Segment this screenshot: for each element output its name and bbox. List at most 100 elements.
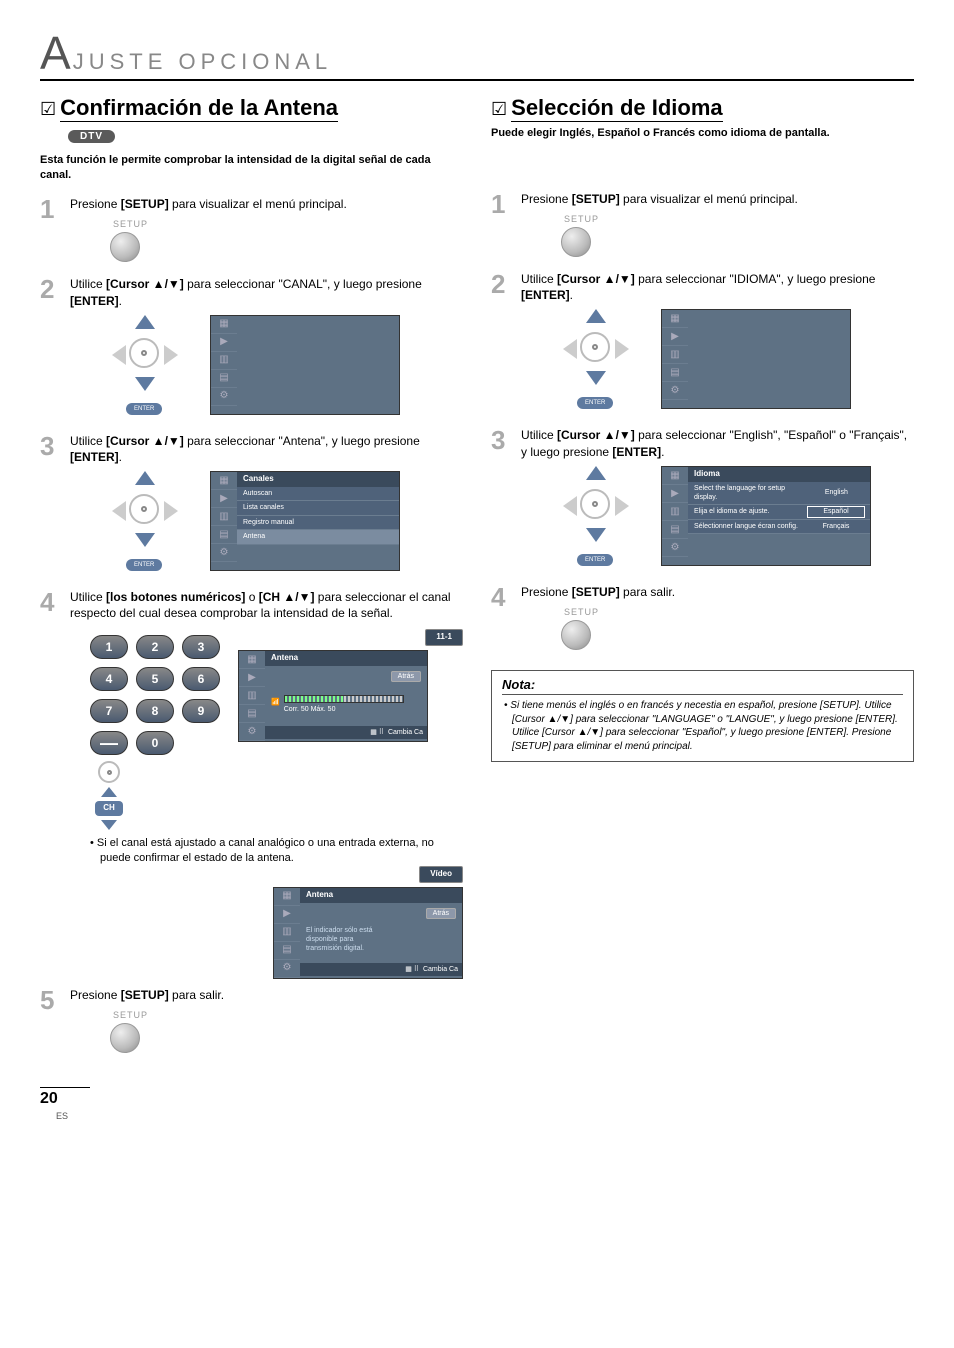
menu-icon: ▥ bbox=[274, 924, 300, 942]
numeric-keypad-graphic: 1 2 3 4 5 6 7 8 9 — 0 bbox=[90, 635, 220, 755]
step-row: 4 Utilice [los botones numéricos] o [CH … bbox=[40, 589, 463, 979]
osd-item: Autoscan bbox=[237, 487, 399, 501]
arrow-up-icon bbox=[101, 787, 117, 797]
dpad-graphic: ENTER bbox=[561, 466, 631, 566]
key-button: 1 bbox=[90, 635, 128, 659]
ch-buttons-label: [CH ▲/▼] bbox=[259, 590, 315, 604]
menu-icon: ▤ bbox=[211, 526, 237, 544]
step-body: Utilice [Cursor ▲/▼] para seleccionar "C… bbox=[70, 276, 463, 424]
osd-footer: ▦ ⠿Cambia Ca bbox=[300, 963, 462, 976]
text: . bbox=[661, 445, 664, 459]
arrow-left-icon bbox=[112, 345, 126, 365]
osd-lang-value: Français bbox=[808, 522, 864, 531]
cursor-key-label: [Cursor ▲/▼] bbox=[557, 272, 635, 286]
cursor-key-label: [Cursor ▲/▼] bbox=[106, 434, 184, 448]
menu-icon: ▥ bbox=[662, 346, 688, 364]
back-button: Atrás bbox=[391, 671, 421, 682]
note-heading: Nota: bbox=[502, 677, 903, 695]
osd-footer: ▦ ⠿Cambia Ca bbox=[265, 726, 427, 739]
text: Presione bbox=[70, 988, 121, 1002]
step-number: 3 bbox=[491, 427, 511, 575]
step-body: Utilice [Cursor ▲/▼] para seleccionar "A… bbox=[70, 433, 463, 581]
osd-message-line: El indicador sólo está bbox=[306, 926, 456, 935]
text: Utilice bbox=[70, 277, 106, 291]
osd-antena-signal: ▦▶▥▤⚙ Antena Atrás 📶 Corr. 50 Máx. 50 bbox=[238, 650, 428, 742]
text: Presione bbox=[70, 197, 121, 211]
step-row: 4 Presione [SETUP] para salir. SETUP bbox=[491, 584, 914, 656]
osd-lang-desc: Elija el idioma de ajuste. bbox=[694, 507, 770, 516]
left-column: ☑ Confirmación de la Antena DTV Esta fun… bbox=[40, 95, 463, 1067]
arrow-down-icon bbox=[135, 377, 155, 391]
step-row: 1 Presione [SETUP] para visualizar el me… bbox=[40, 196, 463, 268]
setup-button-graphic bbox=[110, 232, 140, 262]
setup-button-graphic bbox=[110, 1023, 140, 1053]
setup-key-label: [SETUP] bbox=[121, 988, 169, 1002]
menu-icon: ▤ bbox=[211, 370, 237, 388]
menu-icon: ▦ bbox=[662, 467, 688, 485]
back-button: Atrás bbox=[426, 908, 456, 919]
step-number: 5 bbox=[40, 987, 60, 1059]
menu-icon: ⚙ bbox=[211, 388, 237, 406]
dtv-badge: DTV bbox=[68, 130, 115, 143]
menu-icon: ▥ bbox=[211, 508, 237, 526]
key-button: 8 bbox=[136, 699, 174, 723]
enter-key-label: [ENTER] bbox=[612, 445, 661, 459]
menu-icon: ⚙ bbox=[662, 539, 688, 557]
step-row: 3 Utilice [Cursor ▲/▼] para seleccionar … bbox=[491, 427, 914, 575]
intro-text-right: Puede elegir Inglés, Español o Francés c… bbox=[491, 126, 914, 140]
step-number: 2 bbox=[491, 271, 511, 419]
setup-button-graphic bbox=[561, 227, 591, 257]
osd-lang-value-selected: Español bbox=[808, 507, 864, 516]
bullet-note: • Si el canal está ajustado a canal anal… bbox=[90, 836, 463, 866]
arrow-left-icon bbox=[563, 339, 577, 359]
dpad-graphic: ENTER bbox=[110, 315, 180, 415]
key-button: 3 bbox=[182, 635, 220, 659]
text: Utilice bbox=[521, 428, 557, 442]
step-body: Presione [SETUP] para visualizar el menú… bbox=[521, 191, 914, 263]
setup-label: SETUP bbox=[113, 218, 463, 230]
osd-header: Canales bbox=[237, 472, 399, 487]
page-number: 20 bbox=[40, 1090, 58, 1107]
setup-key-label: [SETUP] bbox=[572, 585, 620, 599]
key-button: 0 bbox=[136, 731, 174, 755]
text: Utilice bbox=[70, 434, 106, 448]
menu-icon: ▦ bbox=[239, 651, 265, 669]
right-column: ☑ Selección de Idioma Puede elegir Inglé… bbox=[491, 95, 914, 1067]
key-button: 2 bbox=[136, 635, 174, 659]
page-lang-code: ES bbox=[56, 1111, 68, 1121]
dpad-ring-icon bbox=[129, 494, 159, 524]
osd-blank-menu: ▦▶▥▤⚙ bbox=[661, 309, 851, 409]
antenna-icon: 📶 bbox=[271, 698, 280, 707]
osd-idioma-menu: ▦▶▥▤⚙ Idioma Select the language for set… bbox=[661, 466, 871, 566]
osd-header: Antena bbox=[300, 888, 462, 903]
note-body: • Si tiene menús el inglés o en francés … bbox=[502, 699, 903, 753]
step-number: 4 bbox=[491, 584, 511, 656]
step-body: Utilice [los botones numéricos] o [CH ▲/… bbox=[70, 589, 463, 979]
menu-icon: ▶ bbox=[662, 328, 688, 346]
key-button: 9 bbox=[182, 699, 220, 723]
dpad-ring-icon bbox=[580, 332, 610, 362]
menu-icon: ▶ bbox=[211, 490, 237, 508]
enter-key-label: [ENTER] bbox=[521, 288, 570, 302]
osd-canales-menu: ▦▶▥▤⚙ Canales Autoscan Lista canales Reg… bbox=[210, 471, 400, 571]
enter-pill: ENTER bbox=[126, 403, 162, 415]
text: Utilice bbox=[70, 590, 106, 604]
setup-key-label: [SETUP] bbox=[572, 192, 620, 206]
step-row: 2 Utilice [Cursor ▲/▼] para seleccionar … bbox=[491, 271, 914, 419]
channel-indicator: 11-1 bbox=[425, 629, 463, 646]
arrow-right-icon bbox=[164, 345, 178, 365]
key-button: — bbox=[90, 731, 128, 755]
menu-icon: ▶ bbox=[239, 669, 265, 687]
ch-button-graphic: CH bbox=[90, 761, 128, 830]
header-initial: A bbox=[40, 30, 73, 76]
section-title-language: Selección de Idioma bbox=[511, 95, 723, 122]
arrow-down-icon bbox=[586, 371, 606, 385]
menu-icon: ⚙ bbox=[274, 960, 300, 978]
note-box: Nota: • Si tiene menús el inglés o en fr… bbox=[491, 670, 914, 762]
page-footer: 20 ES bbox=[40, 1087, 90, 1122]
arrow-up-icon bbox=[586, 466, 606, 480]
text: para seleccionar "Antena", y luego presi… bbox=[184, 434, 420, 448]
osd-blank-menu: ▦▶▥▤⚙ bbox=[210, 315, 400, 415]
text: . bbox=[570, 288, 573, 302]
arrow-left-icon bbox=[563, 496, 577, 516]
